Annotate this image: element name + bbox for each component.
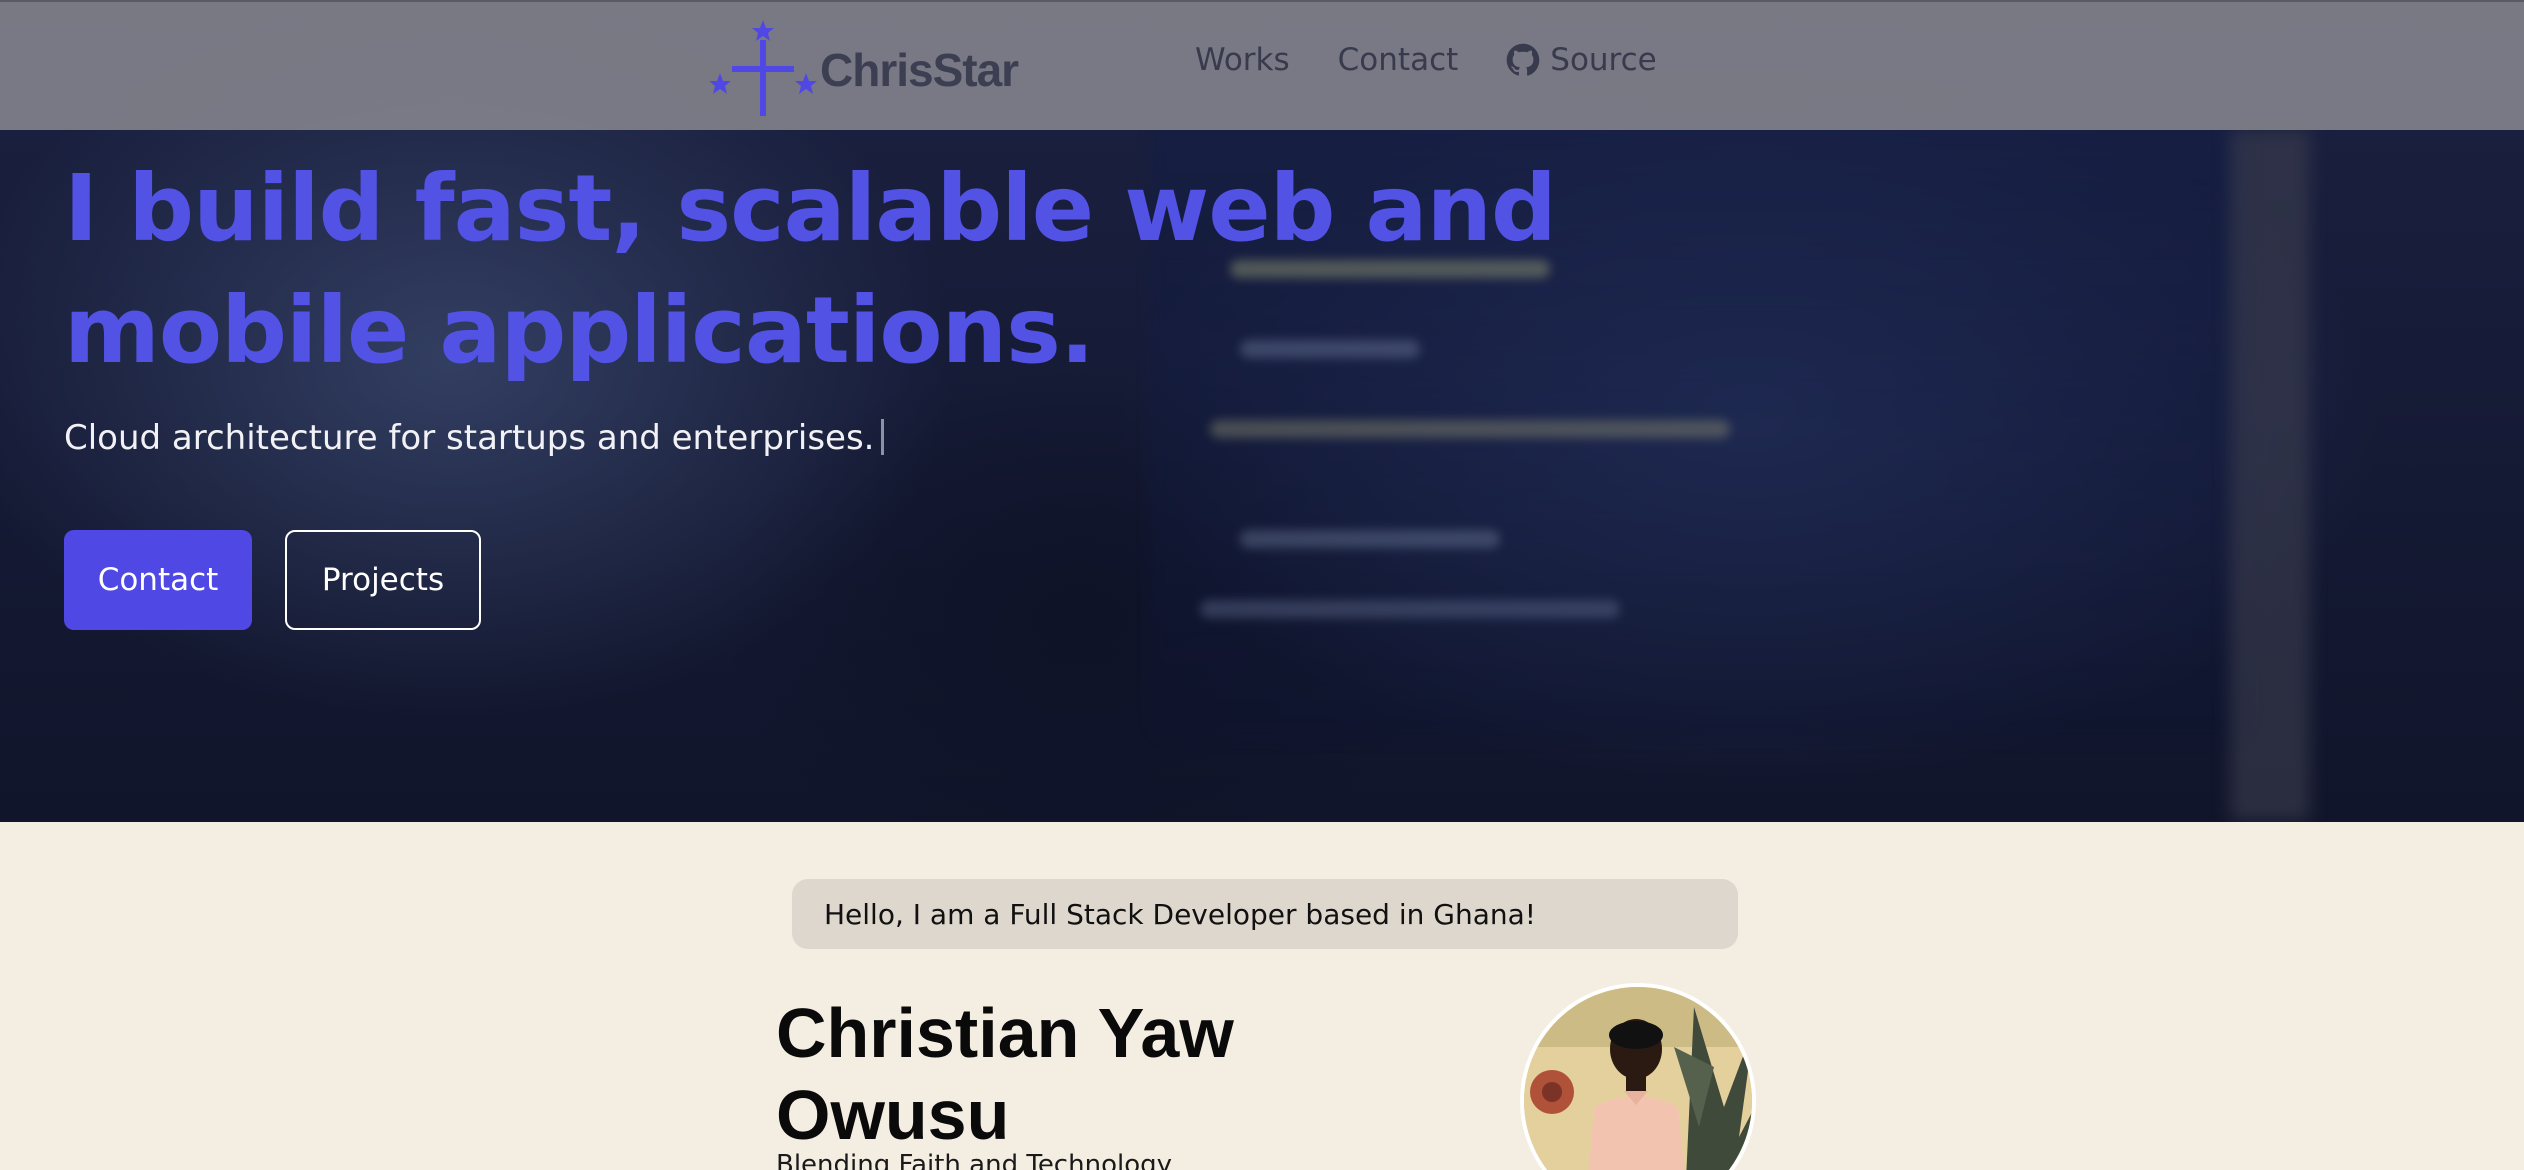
cross-stars-icon (709, 20, 817, 116)
greeting-text: Hello, I am a Full Stack Developer based… (824, 897, 1537, 931)
blurred-code (1200, 600, 1620, 618)
hero-headline-line1: I build fast, scalable web and (64, 155, 1557, 262)
hero-subtitle: Cloud architecture for startups and ente… (64, 418, 884, 458)
navbar: ChrisStar Works Contact Source (0, 0, 2524, 130)
projects-button[interactable]: Projects (285, 530, 481, 630)
profile-name-line2: Owusu (776, 1076, 1010, 1154)
hero-headline: I build fast, scalable web and mobile ap… (64, 148, 1564, 392)
contact-button[interactable]: Contact (64, 530, 252, 630)
avatar (1520, 983, 1756, 1170)
nav-source-label: Source (1550, 42, 1657, 78)
nav-source-link[interactable]: Source (1506, 42, 1657, 78)
nav-works-link[interactable]: Works (1195, 42, 1290, 78)
brand-name: ChrisStar (820, 44, 1019, 96)
profile-name-line1: Christian Yaw (776, 994, 1234, 1072)
blurred-frame (2230, 130, 2310, 820)
blurred-code (1210, 420, 1730, 438)
profile-name: Christian Yaw Owusu (776, 992, 1476, 1156)
github-icon (1506, 43, 1540, 76)
brand-logo-link[interactable]: ChrisStar (700, 18, 1020, 118)
hero-subtitle-text: Cloud architecture for startups and ente… (64, 418, 875, 458)
blurred-code (1240, 530, 1500, 548)
hero-headline-line2: mobile applications. (64, 277, 1095, 384)
nav-contact-link[interactable]: Contact (1338, 42, 1459, 78)
main-nav: Works Contact Source (1195, 42, 1657, 78)
typing-cursor (880, 419, 884, 455)
profile-tagline: Blending Faith and Technology (776, 1150, 1172, 1170)
avatar-photo (1524, 987, 1752, 1170)
greeting-banner: Hello, I am a Full Stack Developer based… (792, 879, 1738, 949)
